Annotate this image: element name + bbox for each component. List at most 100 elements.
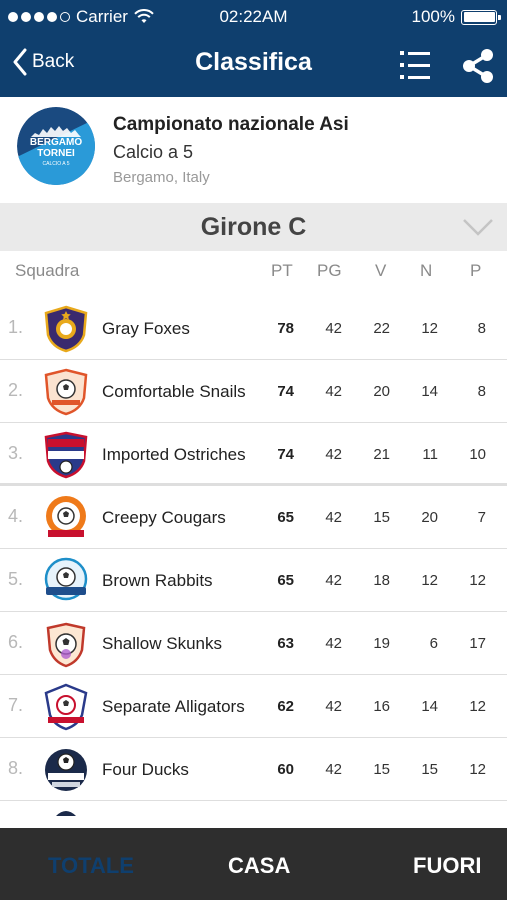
team-name: Comfortable Snails (102, 382, 246, 401)
group-selector[interactable]: Girone C (0, 203, 507, 251)
status-bar: Carrier 02:22AM 100% (0, 0, 507, 34)
chevron-down-icon[interactable] (462, 217, 494, 237)
column-p: P (470, 261, 482, 280)
cell-pt: 62 (277, 698, 294, 715)
group-title: Girone C (200, 213, 307, 241)
tab-totale[interactable]: TOTALE (48, 853, 134, 879)
cell-pt: 65 (277, 509, 294, 526)
table-row[interactable]: 6. Shallow Skunks 63 42 19 6 17 (0, 612, 507, 675)
row-position: 1. (8, 317, 24, 337)
cell-v: 18 (373, 572, 390, 589)
cell-v: 21 (373, 446, 390, 463)
table-row[interactable]: 5. Brown Rabbits 65 42 18 12 12 (0, 549, 507, 612)
shield-star-badge-icon (44, 305, 88, 353)
cell-v: 15 (373, 761, 390, 778)
row-position: 3. (8, 443, 24, 463)
table-row-partial[interactable] (0, 801, 507, 827)
tournament-sport: Calcio a 5 (113, 142, 194, 162)
fc-united-badge-icon (46, 496, 86, 537)
row-position: 8. (8, 758, 24, 778)
cell-pg: 42 (325, 635, 342, 652)
table-row[interactable]: 4. Creepy Cougars 65 42 15 20 7 (0, 486, 507, 549)
row-position: 2. (8, 380, 24, 400)
cell-pg: 42 (325, 320, 342, 337)
table-row[interactable]: 2. Comfortable Snails 74 42 20 14 8 (0, 360, 507, 423)
list-view-button[interactable] (398, 48, 432, 82)
standings-header: Squadra PT PG V N P (0, 251, 507, 295)
cell-v: 22 (373, 320, 390, 337)
cell-n: 14 (421, 383, 438, 400)
column-team: Squadra (15, 261, 80, 280)
table-row[interactable]: 7. Separate Alligators 62 42 16 14 12 (0, 675, 507, 738)
column-pg: PG (317, 261, 342, 280)
logo-line-2: TORNEI (37, 148, 75, 159)
share-button[interactable] (460, 48, 496, 84)
column-pt: PT (271, 261, 293, 280)
partial-badge-icon (56, 811, 76, 816)
cell-v: 15 (373, 509, 390, 526)
team-name: Imported Ostriches (102, 445, 246, 464)
list-icon (400, 51, 430, 79)
cell-p: 7 (477, 509, 486, 526)
cell-p: 17 (469, 635, 486, 652)
tournament-info: BERGAMO TORNEI CALCIO A 5 Campionato naz… (0, 97, 507, 203)
row-position: 4. (8, 506, 24, 526)
football-champions-badge-icon (44, 431, 88, 479)
cell-pt: 74 (277, 383, 294, 400)
cell-p: 12 (469, 698, 486, 715)
cell-n: 14 (421, 698, 438, 715)
back-label: Back (32, 51, 75, 72)
cell-pg: 42 (325, 698, 342, 715)
team-name: Four Ducks (102, 760, 189, 779)
cell-pg: 42 (325, 509, 342, 526)
tournament-name: Campionato nazionale Asi (113, 114, 349, 135)
cell-pg: 42 (325, 383, 342, 400)
cell-n: 15 (421, 761, 438, 778)
cell-p: 12 (469, 761, 486, 778)
table-row[interactable]: 3. Imported Ostriches 74 42 21 11 10 (0, 423, 507, 486)
share-icon (463, 49, 493, 83)
cell-pg: 42 (325, 572, 342, 589)
cell-n: 20 (421, 509, 438, 526)
tournament-location: Bergamo, Italy (113, 169, 210, 186)
cell-p: 8 (477, 383, 486, 400)
cell-pt: 78 (277, 320, 294, 337)
back-button[interactable]: Back (12, 48, 74, 76)
app-header: Carrier 02:22AM 100% Back Classifica (0, 0, 507, 97)
cell-n: 6 (429, 635, 438, 652)
table-row[interactable]: 1. Gray Foxes 78 42 22 12 8 (0, 297, 507, 360)
fc-united-badge-icon (44, 683, 88, 731)
cell-p: 8 (477, 320, 486, 337)
cell-n: 12 (421, 572, 438, 589)
row-position: 7. (8, 695, 24, 715)
cell-v: 19 (373, 635, 390, 652)
logo-line-1: BERGAMO (29, 137, 83, 148)
cell-pt: 65 (277, 572, 294, 589)
column-n: N (420, 261, 433, 280)
team-name: Shallow Skunks (102, 634, 223, 653)
row-position: 6. (8, 632, 24, 652)
team-name: Creepy Cougars (102, 508, 226, 527)
standings-list: 1. Gray Foxes 78 42 22 12 8 2. Comfortab… (0, 297, 507, 827)
soccer-club-badge-icon (45, 749, 87, 791)
cell-pt: 74 (277, 446, 294, 463)
shield-ball-badge-icon (46, 622, 86, 668)
team-name: Separate Alligators (102, 697, 245, 716)
cell-n: 11 (422, 446, 438, 463)
cell-pt: 63 (277, 635, 294, 652)
logo-line-3: CALCIO A 5 (42, 161, 70, 167)
bottom-tab-bar: TOTALE CASA FUORI (0, 828, 507, 900)
cell-v: 20 (373, 383, 390, 400)
tab-casa[interactable]: CASA (228, 853, 290, 879)
cell-pt: 60 (277, 761, 294, 778)
cell-v: 16 (373, 698, 390, 715)
column-v: V (375, 261, 387, 280)
status-right: 100% (412, 7, 501, 27)
tab-fuori[interactable]: FUORI (413, 853, 481, 879)
cell-p: 10 (469, 446, 486, 463)
battery-icon (461, 9, 501, 25)
cell-p: 12 (469, 572, 486, 589)
table-row[interactable]: 8. Four Ducks 60 42 15 15 12 (0, 738, 507, 801)
team-name: Gray Foxes (102, 319, 190, 338)
team-name: Brown Rabbits (102, 571, 213, 590)
